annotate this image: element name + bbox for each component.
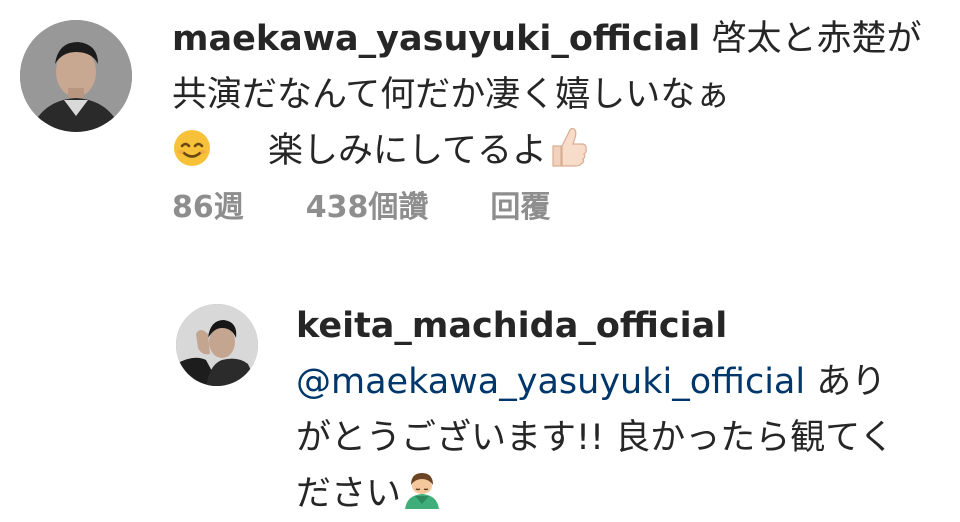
comment-text-line-2: 楽しみにしてるよ <box>268 131 547 171</box>
comment-likes-count[interactable]: 438個讚 <box>306 182 429 226</box>
comment-timestamp[interactable]: 86週 <box>172 182 244 226</box>
reply-button[interactable]: 回覆 <box>490 182 550 226</box>
profile-photo-icon <box>176 304 258 386</box>
comment-username[interactable]: maekawa_yasuyuki_official <box>172 19 700 59</box>
reply-username[interactable]: keita_machida_official <box>296 306 727 346</box>
smiling-face-icon <box>172 128 212 168</box>
comment-meta-row: 86週 438個讚 回覆 <box>172 182 550 226</box>
comment-body: maekawa_yasuyuki_official 啓太と赤楚が共演だなんて何だ… <box>172 11 932 179</box>
reply-mention-link[interactable]: @maekawa_yasuyuki_official <box>296 362 805 402</box>
avatar-maekawa[interactable] <box>20 20 132 132</box>
thumbs-up-icon <box>547 124 589 168</box>
avatar-keita[interactable] <box>176 304 258 386</box>
profile-photo-icon <box>20 20 132 132</box>
person-bowing-icon <box>401 469 443 511</box>
reply-body: keita_machida_official @maekawa_yasuyuki_… <box>296 298 916 522</box>
